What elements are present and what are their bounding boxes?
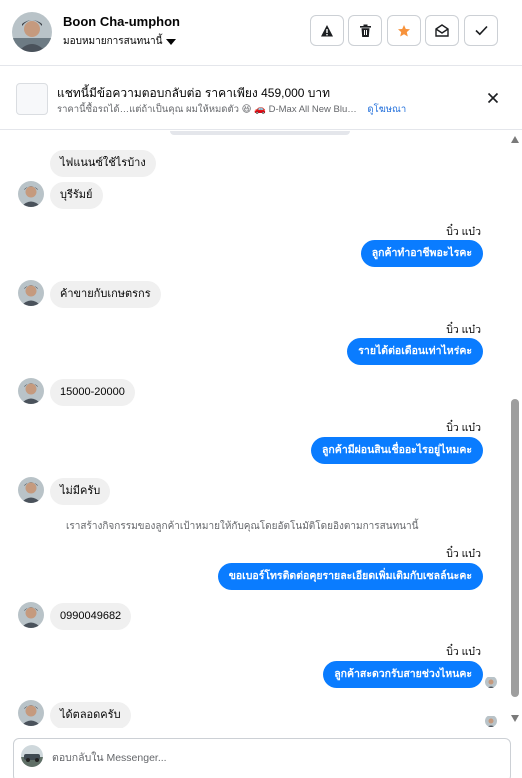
incoming-message[interactable]: ไม่มีครับ xyxy=(50,478,111,505)
outgoing-message[interactable]: รายได้ต่อเดือนเท่าไหร่คะ xyxy=(347,338,483,365)
contact-avatar xyxy=(18,181,44,207)
sender-name: บิ๋ว แบ๋ว xyxy=(446,646,481,658)
sender-name: บิ๋ว แบ๋ว xyxy=(446,324,481,336)
incoming-message[interactable]: ค้าขายกับเกษตรกร xyxy=(50,281,161,308)
previous-message-edge xyxy=(170,131,350,135)
delete-button[interactable] xyxy=(348,15,382,46)
ad-reply-banner: แชทนี้มีข้อความตอบกลับต่อ ราคาเพียง 459,… xyxy=(0,67,522,130)
sender-name: บิ๋ว แบ๋ว xyxy=(446,226,481,238)
contact-avatar xyxy=(18,700,44,726)
page-avatar xyxy=(21,745,43,767)
contact-name[interactable]: Boon Cha-umphon xyxy=(63,14,180,29)
sender-name: บิ๋ว แบ๋ว xyxy=(446,422,481,434)
ad-banner-text: ราคานี้ซื้อรถได้…แต่ถ้าเป็นคุณ ผมให้หมดต… xyxy=(57,104,357,115)
conversation-header: Boon Cha-umphon มอบหมายการสนทนานี้ xyxy=(0,0,522,66)
assign-label: มอบหมายการสนทนานี้ xyxy=(63,36,163,47)
mark-done-button[interactable] xyxy=(464,15,498,46)
star-button[interactable] xyxy=(387,15,421,46)
incoming-message[interactable]: ได้ตลอดครับ xyxy=(50,702,131,728)
messenger-reply-input[interactable] xyxy=(52,749,492,767)
ad-thumbnail xyxy=(16,83,48,115)
message-thread[interactable]: ไฟแนนซ์ใช้ไรบ้าง บุรีรัมย์ บิ๋ว แบ๋ว ลูก… xyxy=(0,131,508,728)
ad-banner-title: แชทนี้มีข้อความตอบกลับต่อ ราคาเพียง 459,… xyxy=(57,86,331,100)
scroll-down-arrow-icon[interactable] xyxy=(511,715,519,722)
reply-composer xyxy=(13,738,511,778)
trash-icon xyxy=(359,24,371,37)
report-spam-button[interactable] xyxy=(310,15,344,46)
close-banner-button[interactable] xyxy=(484,89,502,107)
contact-avatar xyxy=(18,280,44,306)
star-icon xyxy=(398,24,410,36)
close-icon xyxy=(487,92,499,104)
seen-avatar xyxy=(485,715,497,727)
incoming-message[interactable]: 0990049682 xyxy=(50,603,132,630)
incoming-message[interactable]: บุรีรัมย์ xyxy=(50,182,103,209)
read-receipt-avatar xyxy=(485,676,497,688)
scrollbar-thumb[interactable] xyxy=(511,399,519,697)
sender-name: บิ๋ว แบ๋ว xyxy=(446,548,481,560)
contact-avatar xyxy=(18,602,44,628)
contact-avatar xyxy=(18,477,44,503)
mark-unread-button[interactable] xyxy=(425,15,459,46)
scroll-up-arrow-icon[interactable] xyxy=(511,136,519,143)
system-message: เราสร้างกิจกรรมของลูกค้าเป้าหมายให้กับคุ… xyxy=(66,521,419,532)
outgoing-message[interactable]: ลูกค้ามีผ่อนสินเชื่ออะไรอยู่ไหมคะ xyxy=(311,437,483,464)
check-icon xyxy=(474,25,488,36)
view-ad-link[interactable]: ดูโฆษณา xyxy=(367,104,406,115)
mark-unread-icon xyxy=(435,24,449,37)
thread-scrollbar[interactable] xyxy=(508,131,522,728)
outgoing-message[interactable]: ลูกค้าสะดวกรับสายช่วงไหนคะ xyxy=(323,661,483,688)
warning-icon xyxy=(321,24,333,36)
outgoing-message[interactable]: ขอเบอร์โทรติดต่อคุยรายละเอียดเพิ่มเติมกั… xyxy=(217,563,483,590)
incoming-message[interactable]: 15000-20000 xyxy=(50,379,135,406)
incoming-message[interactable]: ไฟแนนซ์ใช้ไรบ้าง xyxy=(50,150,156,177)
contact-avatar[interactable] xyxy=(12,12,52,52)
ad-banner-subtitle: ราคานี้ซื้อรถได้…แต่ถ้าเป็นคุณ ผมให้หมดต… xyxy=(57,102,406,117)
caret-down-icon xyxy=(166,38,177,45)
assign-conversation-dropdown[interactable]: มอบหมายการสนทนานี้ xyxy=(63,34,177,49)
contact-avatar xyxy=(18,378,44,404)
outgoing-message[interactable]: ลูกค้าทำอาชีพอะไรคะ xyxy=(360,240,483,267)
